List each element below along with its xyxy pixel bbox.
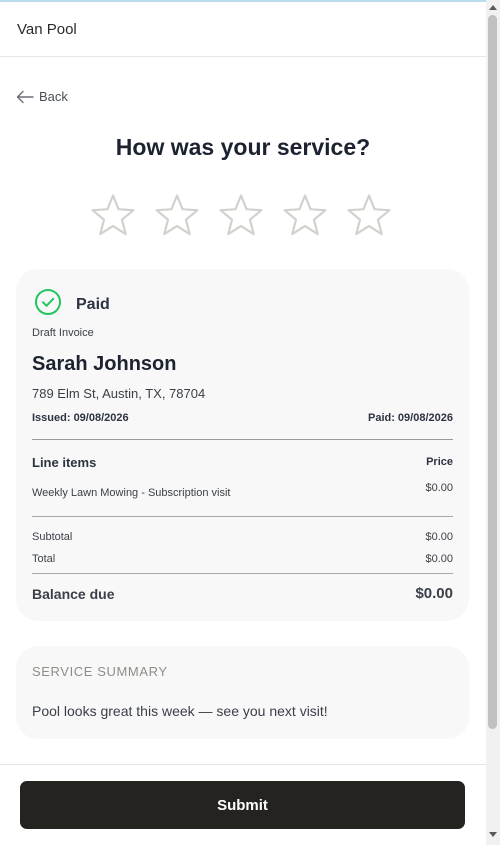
line-items-header: Line items <box>32 455 97 470</box>
invoice-card: Paid Draft Invoice Sarah Johnson 789 Elm… <box>16 269 469 621</box>
total-label: Total <box>32 553 56 565</box>
line-item-price: $0.00 <box>425 482 453 494</box>
scroll-up-arrow-icon[interactable] <box>489 5 497 10</box>
star-icon <box>91 194 135 236</box>
arrow-left-icon <box>16 90 34 104</box>
divider <box>32 439 453 440</box>
paid-date: Paid: 09/08/2026 <box>367 412 453 424</box>
service-summary-text: Pool looks great this week — see you nex… <box>32 703 328 719</box>
submit-button[interactable]: Submit <box>20 781 465 829</box>
back-label: Back <box>39 89 68 104</box>
paid-status: Paid <box>34 288 110 321</box>
service-summary-card: SERVICE SUMMARY Pool looks great this we… <box>16 646 469 739</box>
status-badge: Paid <box>76 295 110 313</box>
star-rating <box>90 193 392 239</box>
subtotal-value: $0.00 <box>425 531 453 543</box>
issued-date: Issued: 09/08/2026 <box>32 412 129 424</box>
rating-question: How was your service? <box>115 134 371 160</box>
subtotal-label: Subtotal <box>32 531 73 543</box>
star-icon <box>155 194 199 236</box>
service-summary-title: SERVICE SUMMARY <box>32 664 168 679</box>
star-4-button[interactable] <box>282 193 328 239</box>
back-button[interactable]: Back <box>16 89 68 104</box>
balance-due-value: $0.00 <box>415 585 453 602</box>
star-icon <box>283 194 327 236</box>
divider <box>32 573 453 574</box>
line-item-description: Weekly Lawn Mowing - Subscription visit <box>32 487 231 499</box>
divider <box>32 516 453 517</box>
star-1-button[interactable] <box>90 193 136 239</box>
star-icon <box>219 194 263 236</box>
app-title: Van Pool <box>17 20 77 38</box>
balance-due-label: Balance due <box>32 586 115 602</box>
price-header: Price <box>426 456 453 468</box>
invoice-type: Draft Invoice <box>32 327 94 339</box>
app-header: Van Pool <box>0 2 486 57</box>
customer-address: 789 Elm St, Austin, TX, 78704 <box>32 386 206 401</box>
star-3-button[interactable] <box>218 193 264 239</box>
customer-name: Sarah Johnson <box>32 353 177 375</box>
total-value: $0.00 <box>425 553 453 565</box>
scrollbar[interactable] <box>486 0 500 845</box>
scrollbar-thumb[interactable] <box>488 15 497 729</box>
star-icon <box>347 194 391 236</box>
star-2-button[interactable] <box>154 193 200 239</box>
star-5-button[interactable] <box>346 193 392 239</box>
footer-divider <box>0 764 486 765</box>
check-circle-icon <box>34 288 62 321</box>
scroll-down-arrow-icon[interactable] <box>489 832 497 837</box>
